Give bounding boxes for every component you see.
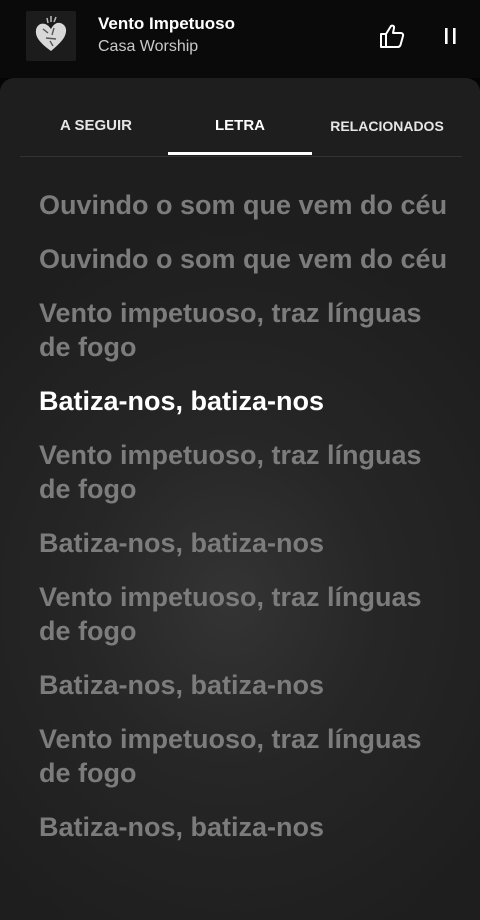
album-art-heart-icon [26,11,76,61]
lyric-line[interactable]: Vento impetuoso, traz línguas de fogo [39,722,449,790]
lyrics-list[interactable]: Ouvindo o som que vem do céu Ouvindo o s… [39,188,449,864]
now-playing-sheet: A SEGUIR LETRA RELACIONADOS Ouvindo o so… [0,78,480,920]
album-art[interactable] [26,11,76,61]
lyric-line[interactable]: Batiza-nos, batiza-nos [39,668,449,702]
pause-button[interactable] [436,22,464,50]
lyric-line[interactable]: Vento impetuoso, traz línguas de fogo [39,580,449,648]
tab-bar: A SEGUIR LETRA RELACIONADOS [20,78,462,157]
tab-related[interactable]: RELACIONADOS [312,78,462,156]
lyric-line[interactable]: Ouvindo o som que vem do céu [39,188,449,222]
like-button[interactable] [378,22,406,50]
pause-icon [445,28,456,44]
lyric-line[interactable]: Vento impetuoso, traz línguas de fogo [39,438,449,506]
lyric-line[interactable]: Vento impetuoso, traz línguas de fogo [39,296,449,364]
tab-lyrics[interactable]: LETRA [168,78,312,156]
lyric-line[interactable]: Batiza-nos, batiza-nos [39,810,449,844]
tab-up-next[interactable]: A SEGUIR [20,78,172,156]
track-title[interactable]: Vento Impetuoso [98,14,235,34]
track-artist[interactable]: Casa Worship [98,38,198,56]
mini-player[interactable]: Vento Impetuoso Casa Worship [0,0,480,78]
thumbs-up-icon [380,24,405,48]
tab-indicator [168,152,312,155]
lyric-line-active[interactable]: Batiza-nos, batiza-nos [39,384,449,418]
lyric-line[interactable]: Batiza-nos, batiza-nos [39,526,449,560]
lyric-line[interactable]: Ouvindo o som que vem do céu [39,242,449,276]
